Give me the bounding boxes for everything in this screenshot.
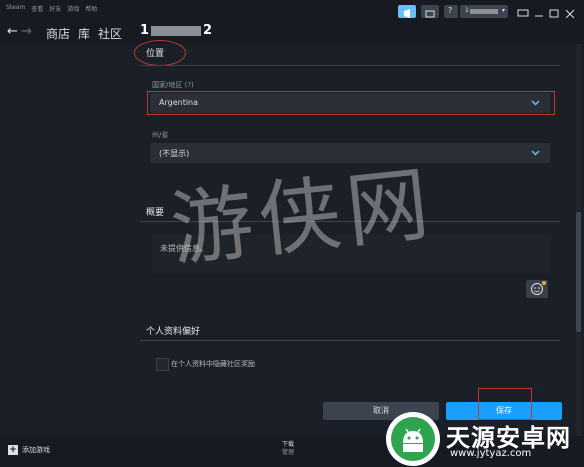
- highlight-circle: [134, 40, 186, 66]
- history-arrows: ← →: [7, 24, 35, 39]
- minimize-icon: [535, 15, 543, 17]
- logo-url: www.jytyaz.com: [450, 448, 532, 459]
- username-blur: [151, 25, 202, 36]
- downloads-label: 下载: [282, 441, 295, 448]
- username-prefix: 1: [140, 23, 150, 38]
- account-name-blur: [470, 9, 498, 14]
- highlight-box-country: [147, 91, 555, 115]
- inbox-icon: [425, 10, 435, 18]
- arrow-left-icon[interactable]: ←: [7, 24, 21, 39]
- big-picture-button[interactable]: [516, 5, 530, 18]
- close-button[interactable]: [564, 5, 576, 19]
- emoji-button[interactable]: [526, 280, 548, 298]
- country-label: 国家/地区 (?): [152, 81, 194, 89]
- maximize-button[interactable]: [548, 5, 560, 18]
- location-divider: [140, 65, 560, 66]
- minimize-button[interactable]: [533, 5, 545, 18]
- nav-links: 商店 库 社区: [46, 25, 122, 42]
- site-logo-watermark: 天源安卓网 www.jytyaz.com: [386, 412, 584, 467]
- menu-item-help[interactable]: 帮助: [85, 4, 97, 13]
- chevron-down-icon: ▾: [501, 7, 505, 14]
- menu-item-view[interactable]: 查看: [31, 4, 43, 13]
- add-game-button[interactable]: + 添加游戏: [8, 445, 50, 455]
- broadcast-button[interactable]: [398, 5, 416, 18]
- hide-awards-checkbox[interactable]: [156, 358, 169, 371]
- nav-link-library[interactable]: 库: [78, 25, 90, 42]
- account-menu[interactable]: 1 ▾: [460, 5, 508, 18]
- megaphone-icon: [404, 9, 410, 18]
- downloads-manage: 管理: [282, 449, 295, 456]
- state-value: (不显示): [159, 149, 190, 158]
- summary-title: 概要: [146, 208, 165, 218]
- maximize-icon: [549, 9, 559, 18]
- question-icon: ?: [448, 6, 453, 15]
- menu-item-games[interactable]: 游戏: [67, 4, 79, 13]
- plus-icon: +: [8, 445, 18, 455]
- nav-bar: ← → 商店 库 社区 12: [0, 22, 584, 44]
- nav-link-store[interactable]: 商店: [46, 25, 70, 42]
- smiley-icon: [531, 281, 546, 295]
- android-logo-icon: [386, 412, 440, 466]
- arrow-right-icon[interactable]: →: [21, 24, 35, 39]
- nav-link-community[interactable]: 社区: [98, 25, 122, 42]
- preferences-divider: [140, 340, 560, 341]
- chevron-down-icon: [531, 150, 540, 156]
- close-icon: [565, 9, 575, 19]
- state-label: 州/省: [152, 131, 169, 139]
- top-menubar: Steam 查看 好友 游戏 帮助 ? 1 ▾: [0, 0, 584, 22]
- scrollbar-thumb[interactable]: [576, 212, 581, 332]
- downloads-button[interactable]: 下载 管理: [282, 441, 294, 457]
- monitor-icon: [517, 9, 529, 17]
- username-suffix: 2: [203, 23, 213, 38]
- menu-items: Steam 查看 好友 游戏 帮助: [6, 4, 97, 13]
- nav-username[interactable]: 12: [140, 23, 212, 38]
- account-name: 1: [465, 7, 469, 14]
- menu-item-steam[interactable]: Steam: [6, 4, 25, 13]
- help-button[interactable]: ?: [444, 5, 458, 18]
- hide-awards-label[interactable]: 在个人资料中隐藏社区奖励: [171, 359, 255, 369]
- preferences-title: 个人资料偏好: [146, 327, 201, 337]
- menu-item-friends[interactable]: 好友: [49, 4, 61, 13]
- notifications-button[interactable]: [421, 5, 439, 18]
- add-game-label: 添加游戏: [22, 446, 50, 454]
